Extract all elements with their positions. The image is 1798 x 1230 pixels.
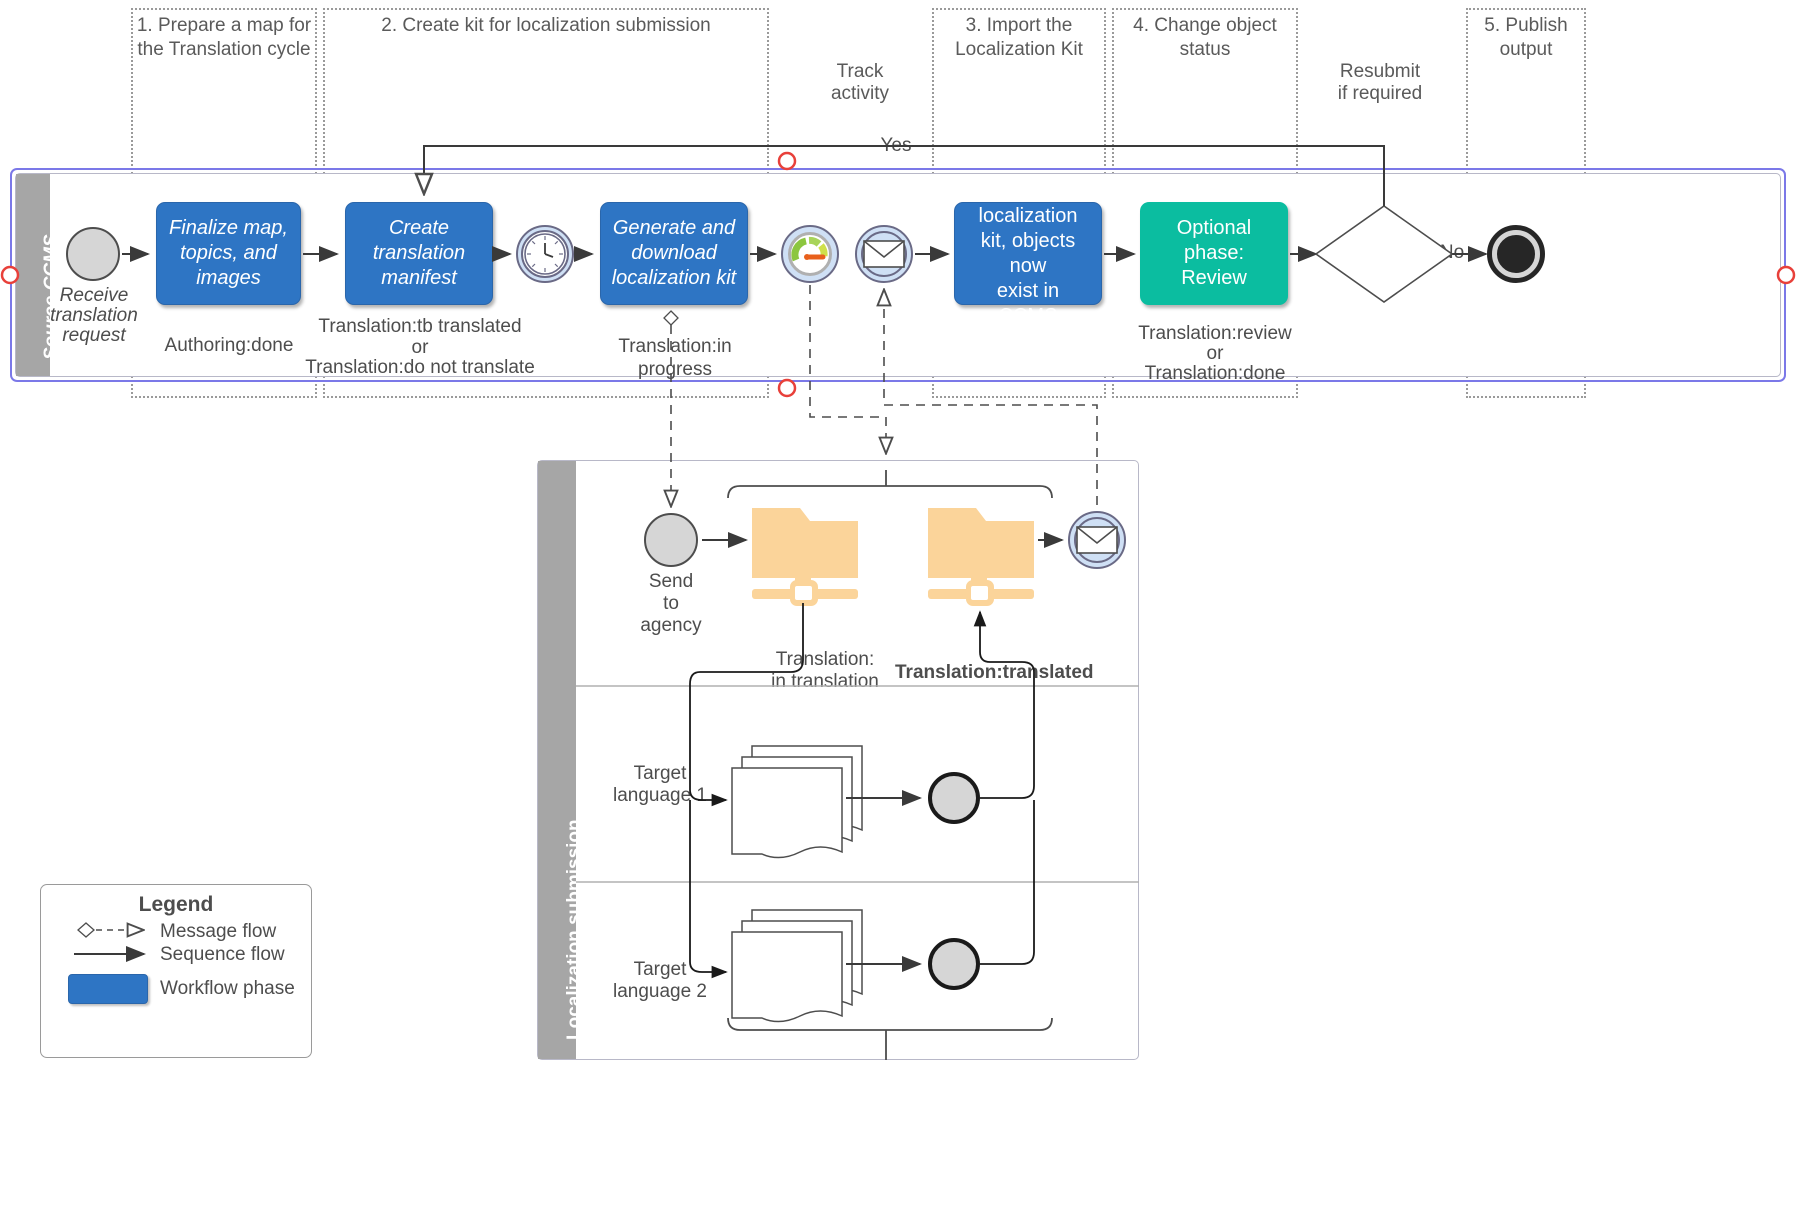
gauge-icon	[791, 236, 828, 262]
red-marker-top	[777, 151, 797, 171]
document-stack-manifest-1	[731, 745, 863, 859]
diagram-canvas: 1. Prepare a map for the Translation cyc…	[0, 0, 1798, 1230]
message-flow-gauge-track	[809, 285, 886, 452]
document-stack-manifest-2	[731, 909, 863, 1023]
message-flow-return-to-ccms	[884, 291, 1098, 505]
legend-message-flow-symbol	[77, 922, 142, 938]
flow-targets-to-folder2	[973, 610, 1035, 799]
red-marker-left	[0, 265, 20, 285]
connector-layer	[0, 145, 1796, 1060]
flow-folder1-to-target2	[689, 800, 728, 979]
envelope-icon-bottom	[1076, 526, 1118, 554]
timer-icon	[524, 233, 566, 275]
flow-yes-loop	[424, 145, 1385, 206]
message-flow-generate-to-agency	[663, 310, 679, 505]
split-bracket-top	[727, 485, 1053, 499]
envelope-icon-top	[863, 240, 905, 268]
folder-icon-outgoing	[752, 508, 858, 606]
gateway-retrans-source	[1314, 205, 1454, 303]
red-marker-bottom	[777, 378, 797, 398]
red-marker-right	[1776, 265, 1796, 285]
folder-icon-returning	[928, 508, 1034, 606]
